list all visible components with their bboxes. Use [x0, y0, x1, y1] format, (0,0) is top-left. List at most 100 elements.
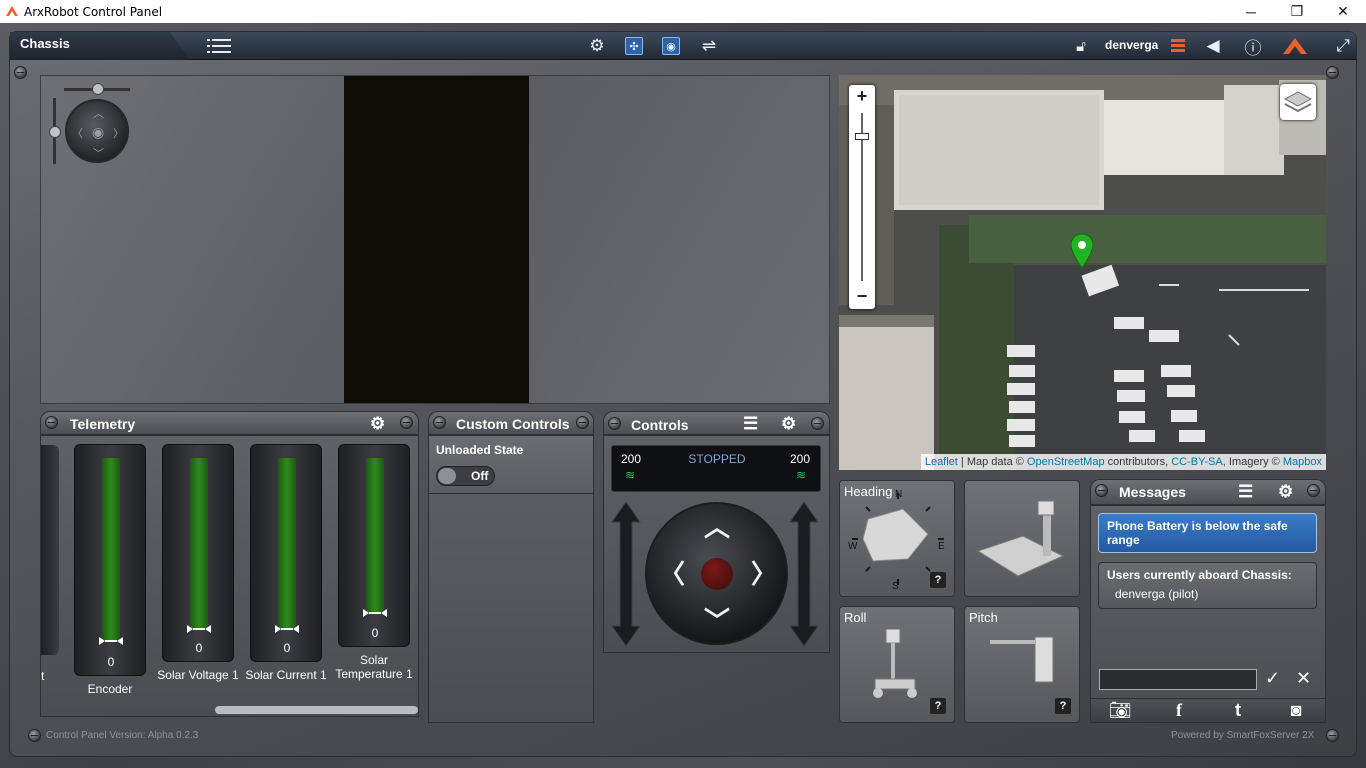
compass-n: N	[895, 489, 902, 500]
map-zoom-control: + −	[849, 85, 875, 309]
clear-message-button[interactable]: ✕	[1296, 668, 1311, 689]
user-entry: denverga (pilot)	[1115, 587, 1199, 601]
stack-layers-icon[interactable]	[1167, 36, 1189, 56]
telemetry-title: Telemetry	[70, 416, 136, 432]
left-speed-slider[interactable]	[610, 500, 642, 648]
toggle-knob	[438, 468, 456, 484]
panel-screw	[433, 416, 446, 429]
roll-indicator: Roll ?	[839, 606, 955, 723]
panel-screw	[400, 416, 413, 429]
panel-screw	[1307, 484, 1320, 497]
panel-screw	[1095, 484, 1108, 497]
gear-icon[interactable]: ⚙	[586, 36, 608, 56]
instagram-icon[interactable]: ◙	[1276, 700, 1316, 722]
controls-menu-icon[interactable]: ☰	[743, 414, 758, 434]
target-view-icon[interactable]: ◉	[662, 37, 680, 55]
message-input[interactable]	[1099, 669, 1257, 690]
pitch-help-button[interactable]: ?	[1055, 698, 1071, 714]
mapbox-link[interactable]: Mapbox	[1283, 456, 1322, 468]
telemetry-scrollbar[interactable]	[215, 706, 418, 714]
swap-arrows-icon[interactable]: ⇌	[698, 36, 720, 56]
drive-stop-button[interactable]	[701, 558, 733, 590]
video-feed-panel[interactable]	[40, 75, 830, 404]
drive-up-icon[interactable]: ︿	[704, 514, 730, 540]
camera-ptz-joystick[interactable]: ︿ ﹀ 〈 〉 ◉	[65, 99, 129, 163]
facebook-icon[interactable]: f	[1159, 700, 1199, 722]
messages-settings-icon[interactable]: ⚙	[1278, 482, 1293, 502]
gauge-marker-icon	[363, 609, 387, 617]
controls-title: Controls	[631, 417, 689, 433]
video-stream	[344, 76, 529, 403]
custom-controls-header: Custom Controls	[428, 411, 594, 435]
fullscreen-icon[interactable]: ⤢	[1332, 36, 1354, 56]
osm-link[interactable]: OpenStreetMap	[1027, 456, 1105, 468]
powered-by-label: Powered by SmartFoxServer 2X	[1171, 730, 1315, 741]
map-attribution: Leaflet | Map data © OpenStreetMap contr…	[920, 454, 1326, 470]
robot-location-marker-icon[interactable]	[1070, 233, 1094, 269]
attribution-text: | Map data ©	[957, 456, 1027, 468]
ptz-right-icon[interactable]: 〉	[113, 125, 124, 141]
left-signal-icon: ≋	[625, 468, 636, 482]
username-label: denverga	[1105, 38, 1159, 52]
roll-help-button[interactable]: ?	[930, 698, 946, 714]
messages-header: Messages ☰ ⚙	[1090, 479, 1326, 505]
minimize-button[interactable]: ─	[1228, 0, 1274, 23]
info-icon[interactable]: ⓘ	[1242, 36, 1264, 58]
panel-screw	[608, 417, 621, 430]
custom-controls-title: Custom Controls	[456, 416, 570, 432]
telemetry-settings-icon[interactable]: ⚙	[370, 414, 385, 434]
gauge-well: 0	[162, 444, 234, 662]
lock-open-icon[interactable]: 🔓︎	[1070, 36, 1092, 56]
drive-left-icon[interactable]: 〈	[659, 561, 685, 587]
robot-model-icon	[976, 500, 1065, 577]
drive-joystick[interactable]: ︿ ﹀ 〈 〉	[645, 502, 788, 645]
volume-icon[interactable]: ◀	[1202, 36, 1224, 56]
controls-settings-icon[interactable]: ⚙	[781, 414, 796, 434]
pan-slider-knob[interactable]	[92, 83, 104, 95]
close-window-button[interactable]: ✕	[1320, 0, 1366, 23]
right-speed-slider[interactable]	[788, 500, 820, 648]
menu-list-icon[interactable]	[205, 36, 233, 56]
layers-icon	[1283, 91, 1313, 113]
map-panel[interactable]: + − Leaflet | Map data © OpenStreetMap c…	[839, 75, 1326, 470]
map-layers-button[interactable]	[1280, 84, 1316, 120]
drive-down-icon[interactable]: ﹀	[704, 608, 730, 634]
tilt-slider-knob[interactable]	[49, 126, 61, 138]
toggle-text: Off	[471, 469, 489, 483]
camera-icon[interactable]: 📷︎	[1100, 700, 1140, 722]
ptz-up-icon[interactable]: ︿	[93, 105, 104, 121]
leaflet-link[interactable]: Leaflet	[925, 456, 958, 468]
roll-label: Roll	[844, 610, 867, 625]
heading-help-button[interactable]: ?	[930, 572, 946, 588]
drive-right-icon[interactable]: 〉	[751, 561, 777, 587]
gauge-marker-icon	[275, 625, 299, 633]
ptz-down-icon[interactable]: ﹀	[93, 145, 104, 161]
gauge-value: 0	[107, 655, 115, 669]
map-zoom-out-button[interactable]: −	[849, 285, 875, 307]
map-zoom-knob[interactable]	[855, 133, 869, 140]
compass-s: S	[892, 581, 899, 589]
twitter-icon[interactable]: t	[1218, 700, 1258, 722]
right-signal-icon: ≋	[796, 468, 807, 482]
attribution-text: , Imagery ©	[1222, 456, 1283, 468]
gauge-label: Solar Temperature 1	[335, 653, 413, 681]
satellite-imagery	[839, 75, 1326, 470]
robot-roll-icon	[873, 629, 917, 698]
layout-grid-icon[interactable]: ✣	[625, 37, 643, 55]
map-zoom-in-button[interactable]: +	[849, 85, 875, 107]
pitch-label: Pitch	[969, 610, 998, 625]
compass-w: W	[848, 541, 858, 552]
ptz-center-eye-icon[interactable]: ◉	[92, 124, 104, 141]
license-link[interactable]: CC-BY-SA	[1171, 456, 1223, 468]
maximize-button[interactable]: ❐	[1274, 0, 1320, 23]
unloaded-state-toggle[interactable]: Off	[436, 466, 495, 486]
gauge-well: 0	[250, 444, 322, 662]
arxrobot-brand-icon[interactable]	[1280, 36, 1310, 56]
version-label: Control Panel Version: Alpha 0.2.3	[46, 730, 199, 741]
frame-screw	[28, 729, 41, 742]
ptz-left-icon[interactable]: 〈	[72, 125, 83, 141]
send-message-button[interactable]: ✓	[1265, 668, 1280, 689]
messages-menu-icon[interactable]: ☰	[1238, 482, 1253, 502]
users-aboard-heading: Users currently aboard Chassis:	[1107, 568, 1292, 582]
robot-pitch-icon	[990, 636, 1054, 683]
